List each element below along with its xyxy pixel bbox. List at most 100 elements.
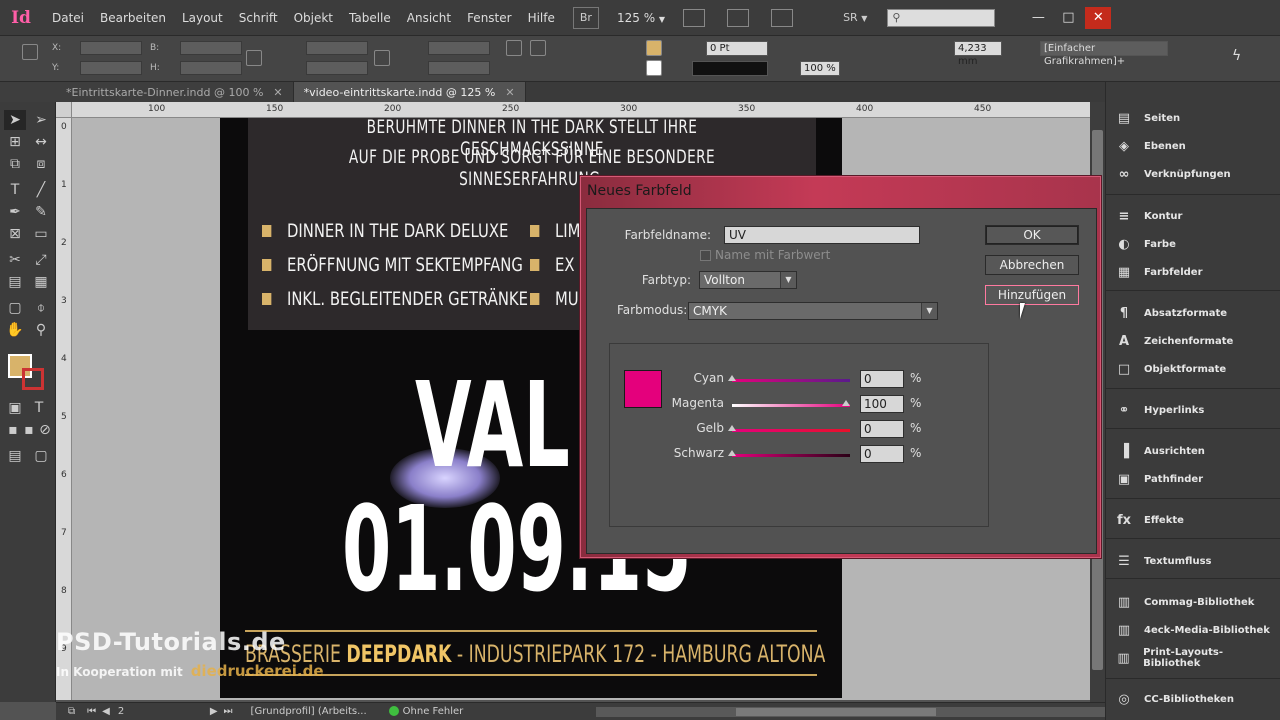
- scale-x-field[interactable]: [306, 41, 368, 55]
- menu-item-ansicht[interactable]: Ansicht: [399, 11, 459, 25]
- eyedropper-tool-icon[interactable]: ⌽: [30, 298, 52, 318]
- panel-item-effekte[interactable]: fx Effekte: [1114, 508, 1274, 532]
- panel-item-zeichenformate[interactable]: A Zeichenformate: [1114, 329, 1274, 353]
- panel-item-textumfluss[interactable]: ☰ Textumfluss: [1114, 549, 1274, 573]
- menu-item-schrift[interactable]: Schrift: [231, 11, 286, 25]
- scissors-tool-icon[interactable]: ✂: [4, 250, 26, 270]
- scale-y-field[interactable]: [306, 61, 368, 75]
- panel-item-ebenen[interactable]: ◈ Ebenen: [1114, 134, 1274, 158]
- formatting-text-icon[interactable]: T: [28, 398, 50, 418]
- pen-tool-icon[interactable]: ✒: [4, 202, 26, 222]
- type-tool-icon[interactable]: T: [4, 180, 26, 200]
- stroke-type-select[interactable]: [692, 61, 768, 76]
- first-page-icon[interactable]: ⏮: [87, 706, 96, 717]
- view-options-icon[interactable]: [683, 8, 706, 27]
- search-input[interactable]: ⚲: [887, 8, 996, 27]
- width-field[interactable]: [180, 41, 242, 55]
- reference-point-icon[interactable]: [22, 44, 38, 60]
- view-mode-icon[interactable]: ▤: [4, 446, 26, 466]
- menu-item-hilfe[interactable]: Hilfe: [520, 11, 563, 25]
- tab-video-eintrittskarte[interactable]: *video-eintrittskarte.indd @ 125 % ✕: [293, 82, 526, 102]
- content-placer-icon[interactable]: ⧈: [30, 154, 52, 174]
- panel-item-hyperlinks[interactable]: ⚭ Hyperlinks: [1114, 398, 1274, 422]
- vertical-ruler[interactable]: 01234567891: [56, 118, 72, 700]
- direct-selection-tool-icon[interactable]: ➢: [30, 110, 52, 130]
- menu-item-tabelle[interactable]: Tabelle: [341, 11, 399, 25]
- channel-slider[interactable]: [728, 375, 850, 382]
- close-icon[interactable]: ✕: [273, 86, 282, 99]
- panel-item-kontur[interactable]: ≡ Kontur: [1114, 204, 1274, 228]
- workspace-switcher[interactable]: SR ▼: [843, 11, 867, 24]
- menu-item-objekt[interactable]: Objekt: [286, 11, 341, 25]
- panel-item-absatzformate[interactable]: ¶ Absatzformate: [1114, 301, 1274, 325]
- stroke-weight-field[interactable]: 0 Pt: [706, 41, 768, 56]
- add-button[interactable]: Hinzufügen: [985, 285, 1079, 305]
- panel-item-4eck-media-bibliothek[interactable]: ▥ 4eck-Media-Bibliothek: [1114, 618, 1274, 642]
- swatch-name-input[interactable]: UV: [724, 226, 920, 244]
- panel-item-ausrichten[interactable]: ▐ Ausrichten: [1114, 439, 1274, 463]
- shear-field[interactable]: [428, 61, 490, 75]
- panel-item-pathfinder[interactable]: ▣ Pathfinder: [1114, 467, 1274, 491]
- free-transform-tool-icon[interactable]: ⤢: [30, 250, 52, 270]
- slider-thumb[interactable]: [728, 425, 736, 431]
- formatting-container-icon[interactable]: ▣: [4, 398, 26, 418]
- cancel-button[interactable]: Abbrechen: [985, 255, 1079, 275]
- channel-slider[interactable]: [728, 450, 850, 457]
- slider-thumb[interactable]: [728, 450, 736, 456]
- maximize-button[interactable]: □: [1055, 7, 1081, 29]
- line-tool-icon[interactable]: ╱: [30, 180, 52, 200]
- content-collector-icon[interactable]: ⧉: [4, 154, 26, 174]
- page-tool-icon[interactable]: ⊞: [4, 132, 26, 152]
- next-page-icon[interactable]: ▶: [210, 706, 218, 717]
- prev-page-icon[interactable]: ◀: [102, 706, 110, 717]
- height-field[interactable]: [180, 61, 242, 75]
- close-icon[interactable]: ✕: [505, 86, 514, 99]
- rotate-icon[interactable]: [506, 40, 522, 56]
- color-type-select[interactable]: Vollton ▼: [699, 271, 797, 289]
- color-mode-select[interactable]: CMYK ▼: [688, 302, 938, 320]
- quick-apply-icon[interactable]: ϟ: [1232, 48, 1248, 64]
- pencil-tool-icon[interactable]: ✎: [30, 202, 52, 222]
- panel-item-print-layouts-bibliothek[interactable]: ▥ Print-Layouts-Bibliothek: [1114, 646, 1274, 670]
- slider-thumb[interactable]: [728, 375, 736, 381]
- slider-thumb[interactable]: [842, 400, 850, 406]
- panel-item-farbfelder[interactable]: ▦ Farbfelder: [1114, 260, 1274, 284]
- ruler-origin[interactable]: [56, 102, 72, 118]
- tab-eintrittskarte[interactable]: *Eintrittskarte-Dinner.indd @ 100 % ✕: [0, 82, 294, 102]
- link-scale-icon[interactable]: [374, 50, 390, 66]
- rectangle-frame-tool-icon[interactable]: ⊠: [4, 224, 26, 244]
- horizontal-scrollbar[interactable]: [596, 707, 1106, 717]
- bridge-button[interactable]: Br: [572, 6, 599, 29]
- y-field[interactable]: [80, 61, 142, 75]
- channel-value-input[interactable]: 0: [860, 420, 904, 438]
- preflight-icon[interactable]: ⧉: [68, 706, 75, 717]
- profile-select[interactable]: [Grundprofil] (Arbeits...: [251, 706, 367, 717]
- screen-mode-icon[interactable]: [727, 8, 750, 27]
- gradient-feather-tool-icon[interactable]: ▦: [30, 272, 52, 292]
- x-field[interactable]: [80, 41, 142, 55]
- channel-value-input[interactable]: 100: [860, 395, 904, 413]
- stroke-swatch-icon[interactable]: [646, 60, 662, 76]
- menu-item-layout[interactable]: Layout: [174, 11, 231, 25]
- hand-tool-icon[interactable]: ✋: [4, 320, 26, 340]
- screen-mode-tool-icon[interactable]: ▢: [30, 446, 52, 466]
- zoom-level[interactable]: 125 % ▼: [617, 11, 665, 25]
- fill-swatch-icon[interactable]: [646, 40, 662, 56]
- flip-icon[interactable]: [530, 40, 546, 56]
- note-tool-icon[interactable]: ▢: [4, 298, 26, 318]
- name-with-value-checkbox[interactable]: [700, 250, 711, 261]
- panel-item-objektformate[interactable]: □ Objektformate: [1114, 357, 1274, 381]
- menu-item-fenster[interactable]: Fenster: [459, 11, 520, 25]
- selection-tool-icon[interactable]: ➤: [4, 110, 26, 130]
- object-style-select[interactable]: [Einfacher Grafikrahmen]+: [1040, 41, 1168, 67]
- panel-item-farbe[interactable]: ◐ Farbe: [1114, 232, 1274, 256]
- scroll-thumb[interactable]: [736, 708, 936, 716]
- menu-item-datei[interactable]: Datei: [44, 11, 92, 25]
- preflight-status[interactable]: Ohne Fehler: [388, 706, 463, 717]
- horizontal-ruler[interactable]: 100150200250300350400450500: [72, 102, 1090, 118]
- page-number[interactable]: 2: [118, 706, 198, 717]
- channel-slider[interactable]: [732, 400, 850, 407]
- minimize-button[interactable]: —: [1025, 7, 1051, 29]
- apply-none-icon[interactable]: ⊘: [34, 420, 56, 440]
- last-page-icon[interactable]: ⏭: [224, 706, 233, 717]
